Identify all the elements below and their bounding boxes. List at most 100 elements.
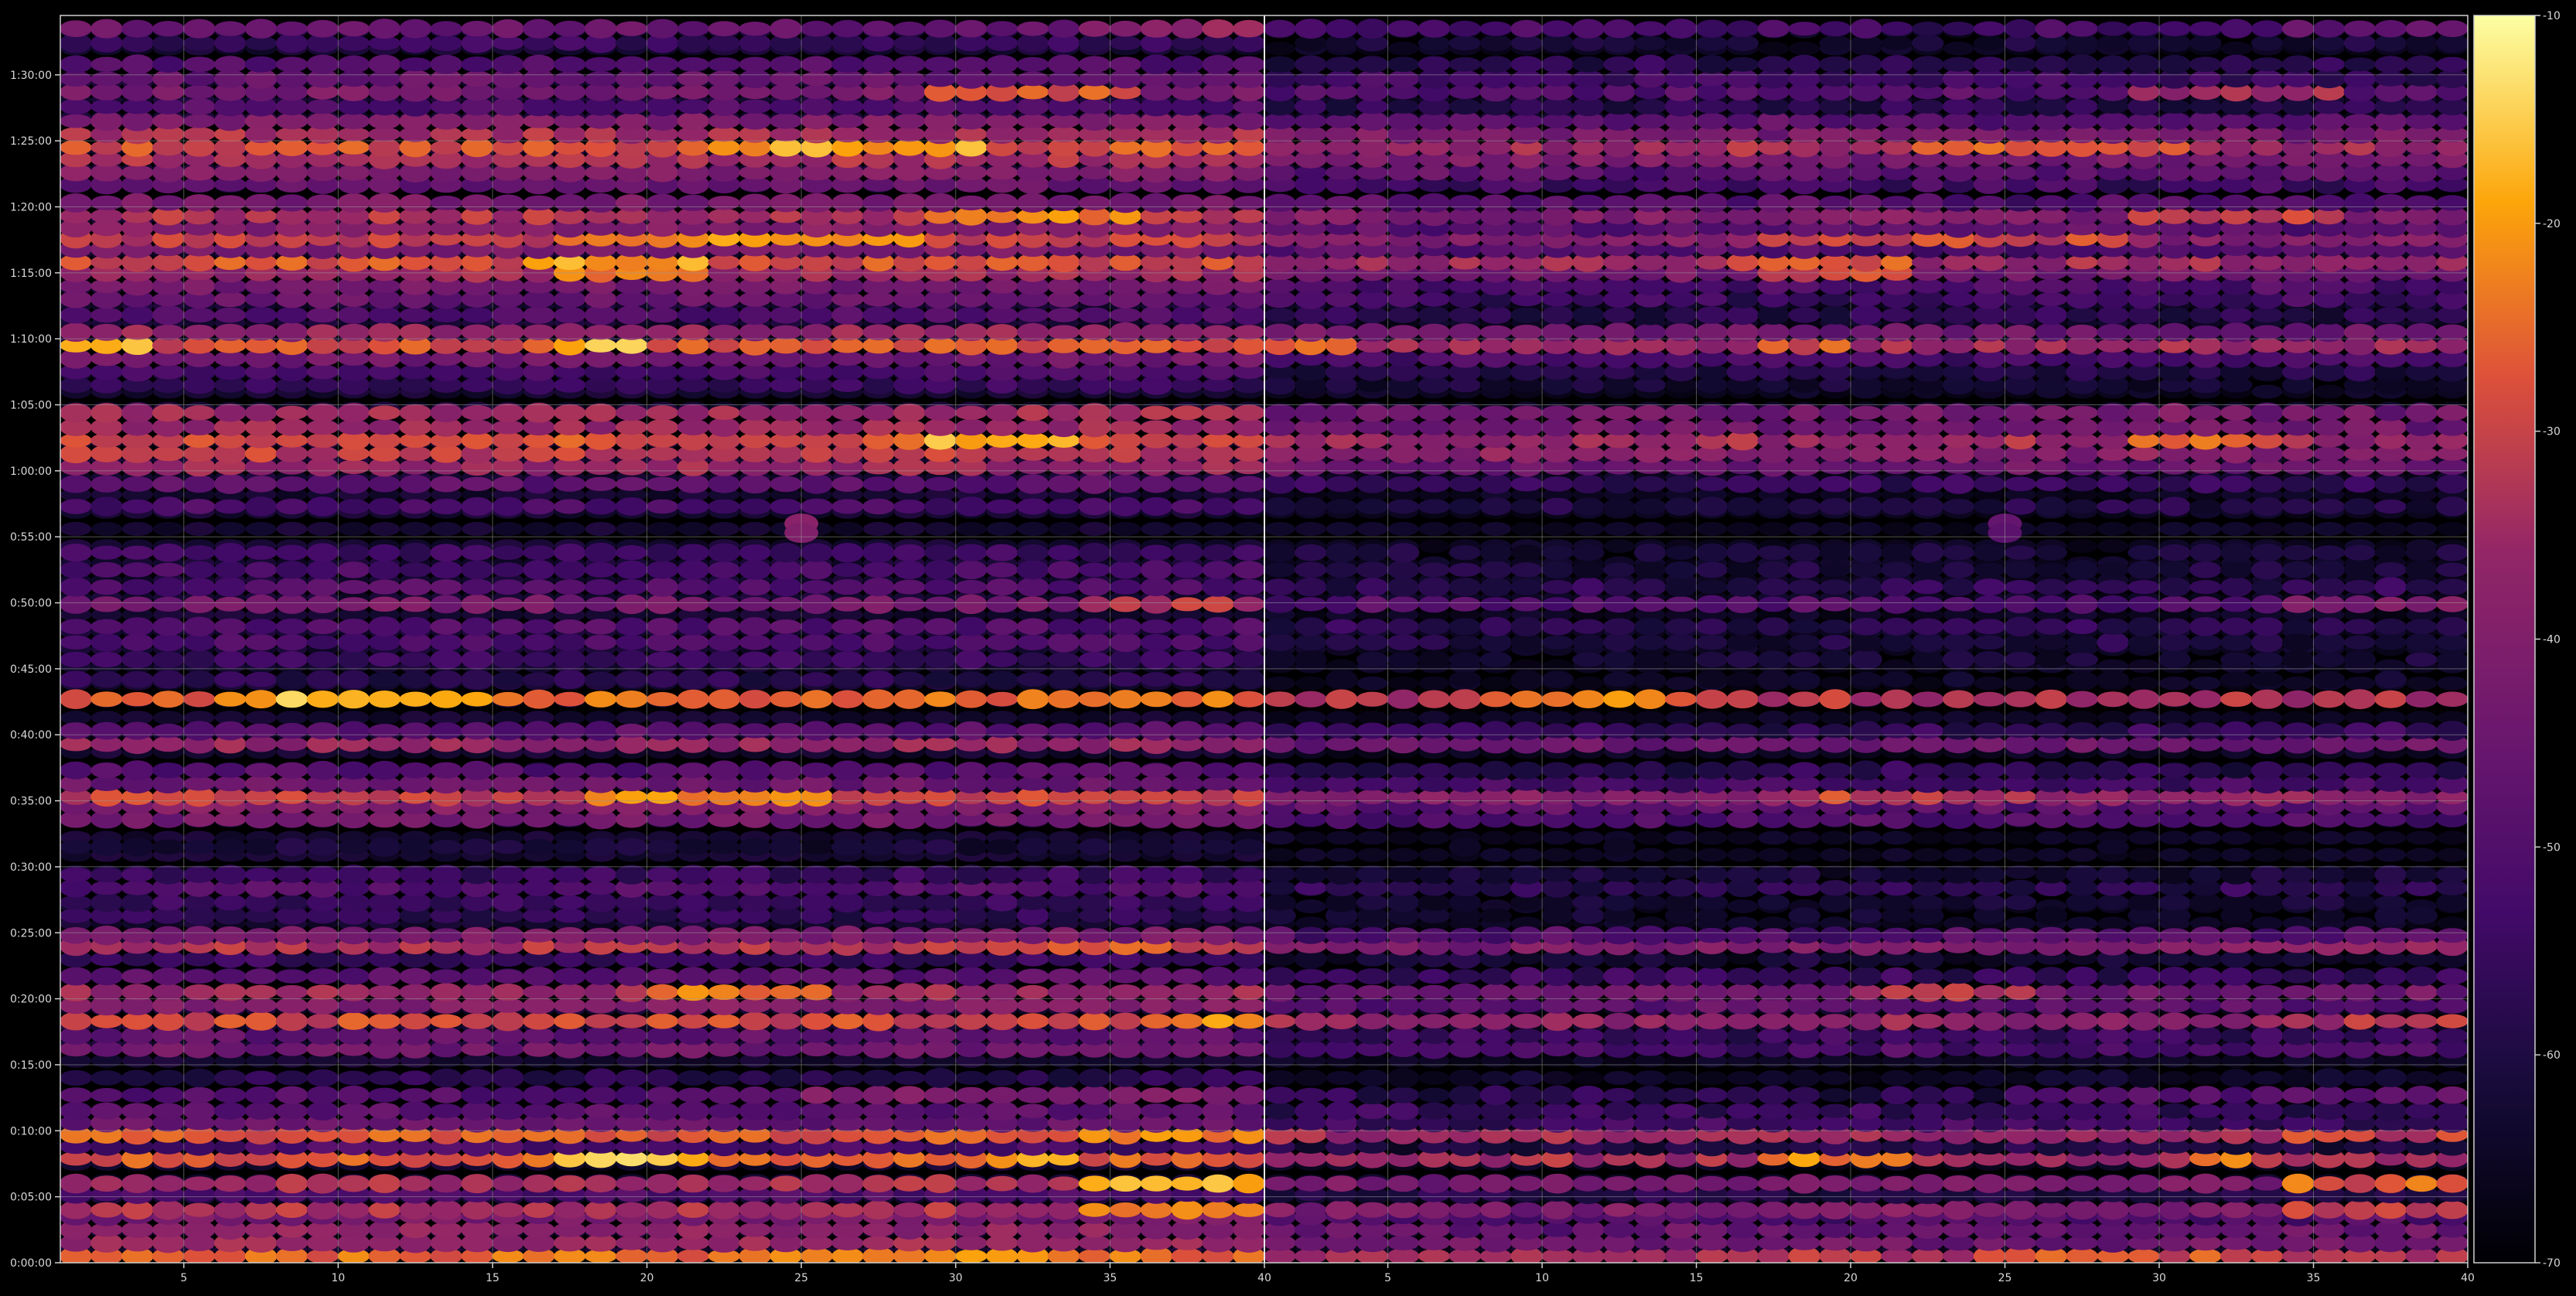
spectrogram-cell: [244, 545, 278, 560]
spectrogram-cell: [769, 337, 802, 354]
chart-svg: 0:00:000:05:000:10:000:15:000:20:000:25:…: [0, 0, 2576, 1293]
spectrogram-cell: [1047, 968, 1080, 984]
spectrogram-cell: [1078, 651, 1111, 668]
spectrogram-cell: [831, 760, 864, 781]
spectrogram-cell: [646, 1086, 679, 1104]
spectrogram-cell: [800, 633, 833, 651]
spectrogram-cell: [1078, 1222, 1111, 1238]
spectrogram-cell: [862, 762, 895, 778]
spectrogram-cell: [800, 323, 833, 341]
spectrogram-cell: [862, 578, 895, 597]
spectrogram-cell: [553, 722, 586, 740]
spectrogram-cell: [1202, 325, 1234, 340]
spectrogram-cell: [1078, 633, 1111, 653]
spectrogram-cell: [831, 324, 864, 341]
spectrogram-cell: [739, 837, 772, 857]
spectrogram-cell: [244, 404, 278, 422]
spectrogram-cell: [831, 351, 864, 366]
background-cell: [245, 711, 277, 725]
spectrogram-cell: [831, 405, 864, 421]
spectrogram-cell: [1233, 762, 1264, 779]
spectrogram-cell: [461, 926, 493, 944]
spectrogram-cell: [646, 1069, 679, 1087]
spectrogram-cell: [90, 926, 123, 946]
spectrogram-cell: [862, 985, 895, 1000]
spectrogram-cell: [275, 722, 309, 739]
spectrogram-cell: [183, 616, 216, 636]
spectrogram-cell: [924, 325, 957, 340]
spectrogram-cell: [152, 762, 185, 779]
spectrogram-cell: [183, 776, 216, 791]
spectrogram-cell: [1047, 762, 1080, 778]
spectrogram-cell: [430, 498, 462, 515]
spectrogram-cell: [275, 762, 309, 779]
spectrogram-cell: [985, 928, 1018, 943]
spectrogram-cell: [553, 908, 586, 923]
spectrogram-cell: [924, 544, 957, 561]
spectrogram-cell: [1078, 1202, 1111, 1217]
spectrogram-cell: [90, 691, 123, 708]
spectrogram-cell: [461, 377, 493, 393]
spectrogram-cell: [121, 305, 154, 325]
background-cell: [1110, 711, 1141, 725]
spectrogram-cell: [152, 1086, 185, 1103]
spectrogram-cell: [924, 596, 957, 612]
spectrogram-cell: [646, 324, 679, 340]
spectrogram-cell: [924, 1103, 957, 1120]
spectrogram-cell: [430, 633, 462, 651]
spectrogram-cell: [677, 838, 710, 855]
spectrogram-cell: [306, 543, 339, 562]
spectrogram-cell: [985, 968, 1018, 984]
spectrogram-cell: [584, 1068, 617, 1088]
spectrogram-cell: [924, 418, 957, 436]
spectrogram-cell: [954, 1102, 988, 1120]
spectrogram-cell: [399, 691, 432, 707]
spectrogram-cell: [1140, 650, 1173, 670]
spectrogram-cell: [399, 926, 432, 944]
spectrogram-cell: [90, 1088, 123, 1103]
spectrogram-cell: [1171, 405, 1203, 421]
spectrogram-cell: [769, 1012, 802, 1030]
spectrogram-cell: [1233, 377, 1264, 394]
spectrogram-cell: [1202, 691, 1234, 708]
background-cell: [152, 522, 184, 536]
spectrogram-cell: [646, 419, 679, 435]
spectrogram-cell: [1171, 650, 1203, 669]
spectrogram-cell: [275, 650, 309, 669]
spectrogram-cell: [90, 762, 123, 779]
spectrogram-cell: [584, 476, 617, 492]
spectrogram-cell: [90, 596, 123, 612]
spectrogram-cell: [985, 595, 1018, 613]
spectrogram-cell: [1047, 652, 1080, 667]
spectrogram-cell: [1078, 595, 1111, 612]
spectrogram-cell: [461, 721, 493, 740]
spectrogram-cell: [244, 1011, 278, 1031]
spectrogram-cell: [553, 594, 586, 615]
spectrogram-cell: [893, 1086, 926, 1104]
spectrogram-cell: [1016, 1013, 1049, 1029]
spectrogram-cell: [461, 404, 493, 421]
spectrogram-cell: [306, 496, 339, 517]
background-cell: [647, 522, 678, 536]
spectrogram-cell: [893, 1202, 926, 1218]
spectrogram-cell: [1016, 926, 1049, 944]
spectrogram-cell: [337, 499, 370, 514]
spectrogram-cell: [862, 324, 895, 341]
spectrogram-cell: [152, 324, 185, 340]
spectrogram-cell: [430, 561, 462, 579]
spectrogram-cell: [1047, 475, 1080, 493]
spectrogram-cell: [1047, 690, 1080, 708]
spectrogram-cell: [306, 474, 339, 494]
spectrogram-cell: [862, 670, 895, 689]
spectrogram-cell: [739, 735, 772, 752]
spectrogram-cell: [677, 1174, 710, 1193]
spectrogram-cell: [213, 762, 247, 778]
spectrogram-cell: [1202, 762, 1234, 779]
spectrogram-cell: [985, 865, 1018, 884]
spectrogram-cell: [800, 543, 833, 562]
spectrogram-cell: [399, 596, 432, 612]
spectrogram-cell: [461, 1069, 493, 1087]
spectrogram-cell: [213, 838, 247, 855]
spectrogram-cell: [213, 983, 247, 1001]
spectrogram-cell: [368, 671, 401, 687]
